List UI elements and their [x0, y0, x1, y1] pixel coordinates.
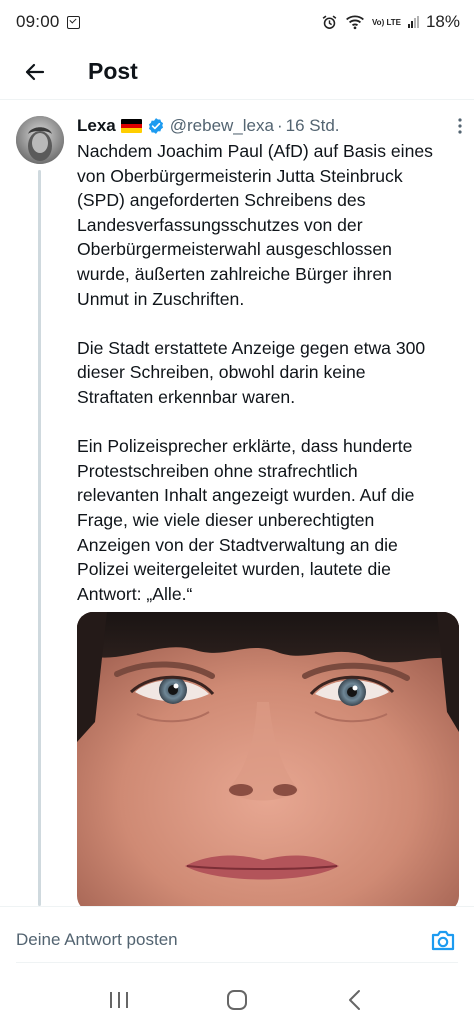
post-content: Lexa @rebew_lexa · 16 Std. Nachdem Joach… — [77, 114, 462, 606]
text-line: dieser Schreiben, obwohl darin keine — [77, 362, 366, 383]
post: Lexa @rebew_lexa · 16 Std. Nachdem Joach… — [0, 100, 474, 906]
more-options-button[interactable] — [454, 116, 466, 136]
author-name[interactable]: Lexa — [77, 116, 116, 136]
text-line: Ein Polizeisprecher erklärte, dass hunde… — [77, 436, 413, 457]
text-line: Protestschreiben ohne strafrechtlich — [77, 460, 358, 481]
post-time: 16 Std. — [285, 116, 340, 135]
system-nav-bar — [0, 972, 474, 1027]
post-paragraph: Ein Polizeisprecher erklärte, dass hunde… — [77, 434, 462, 606]
post-paragraph: Die Stadt erstattete Anzeige gegen etwa … — [77, 336, 462, 410]
text-line: Polizei weitergeleitet wurden, lautete d… — [77, 559, 391, 580]
thread-line — [38, 170, 41, 906]
post-header: Lexa @rebew_lexa · 16 Std. — [77, 114, 462, 138]
text-line: wurde, äußerten zahlreiche Bürger ihren — [77, 263, 392, 284]
recents-icon — [110, 991, 128, 1008]
germany-flag-icon — [120, 119, 142, 133]
verified-badge-icon — [147, 117, 165, 135]
signal-icon — [407, 16, 419, 28]
back-button[interactable] — [0, 44, 70, 100]
notification-check-icon — [66, 15, 80, 29]
author-handle[interactable]: @rebew_lexa — [170, 116, 274, 136]
home-icon — [227, 989, 247, 1010]
text-line: Die Stadt erstattete Anzeige gegen etwa … — [77, 337, 426, 358]
text-line: Oberbürgermeisterwahl ausgeschlossen — [77, 239, 392, 260]
reply-input[interactable]: Deine Antwort posten — [16, 930, 178, 950]
recents-button[interactable] — [99, 980, 139, 1020]
status-time: 09:00 — [16, 12, 60, 31]
camera-icon — [431, 930, 455, 950]
volte-label: Vo) LTE — [371, 17, 401, 27]
text-line: relevanten Inhalt angezeigt wurden. Auf … — [77, 485, 415, 506]
home-button[interactable] — [217, 980, 257, 1020]
wifi-icon — [345, 15, 364, 30]
post-paragraph: Nachdem Joachim Paul (AfD) auf Basis ein… — [77, 139, 462, 311]
avatar[interactable] — [16, 116, 64, 164]
arrow-left-icon — [25, 63, 45, 80]
text-line: Antwort: „Alle.“ — [77, 583, 193, 604]
more-vertical-icon — [458, 118, 462, 134]
text-line: Frage, wie viele dieser unberechtigten — [77, 509, 375, 530]
reply-divider — [16, 962, 458, 963]
text-line: (SPD) angeforderten Schreibens des — [77, 190, 366, 211]
nav-back-button[interactable] — [335, 980, 375, 1020]
status-indicators: Vo) LTE 18% — [321, 12, 460, 32]
status-bar: 09:00 Vo) LTE 18% — [0, 0, 474, 44]
text-line: Anzeigen von der Stadtverwaltung an die — [77, 534, 398, 555]
nav-back-icon — [349, 989, 360, 1010]
page-title: Post — [88, 58, 138, 84]
text-line: Straftaten erkennbar waren. — [77, 386, 296, 407]
text-line: Landesverfassungsschutzes von der — [77, 214, 363, 235]
page-header: Post — [0, 44, 474, 100]
battery-level: 18% — [425, 12, 460, 31]
text-line: Unmut in Zuschriften. — [77, 288, 245, 309]
alarm-icon — [322, 15, 337, 29]
post-text: Nachdem Joachim Paul (AfD) auf Basis ein… — [77, 139, 462, 606]
meta-separator: · — [276, 116, 283, 135]
camera-button[interactable] — [428, 925, 458, 955]
text-line: Nachdem Joachim Paul (AfD) auf Basis ein… — [77, 141, 433, 161]
post-image[interactable] — [77, 612, 459, 906]
text-line: von Oberbürgermeisterin Jutta Steinbruck — [77, 165, 403, 186]
